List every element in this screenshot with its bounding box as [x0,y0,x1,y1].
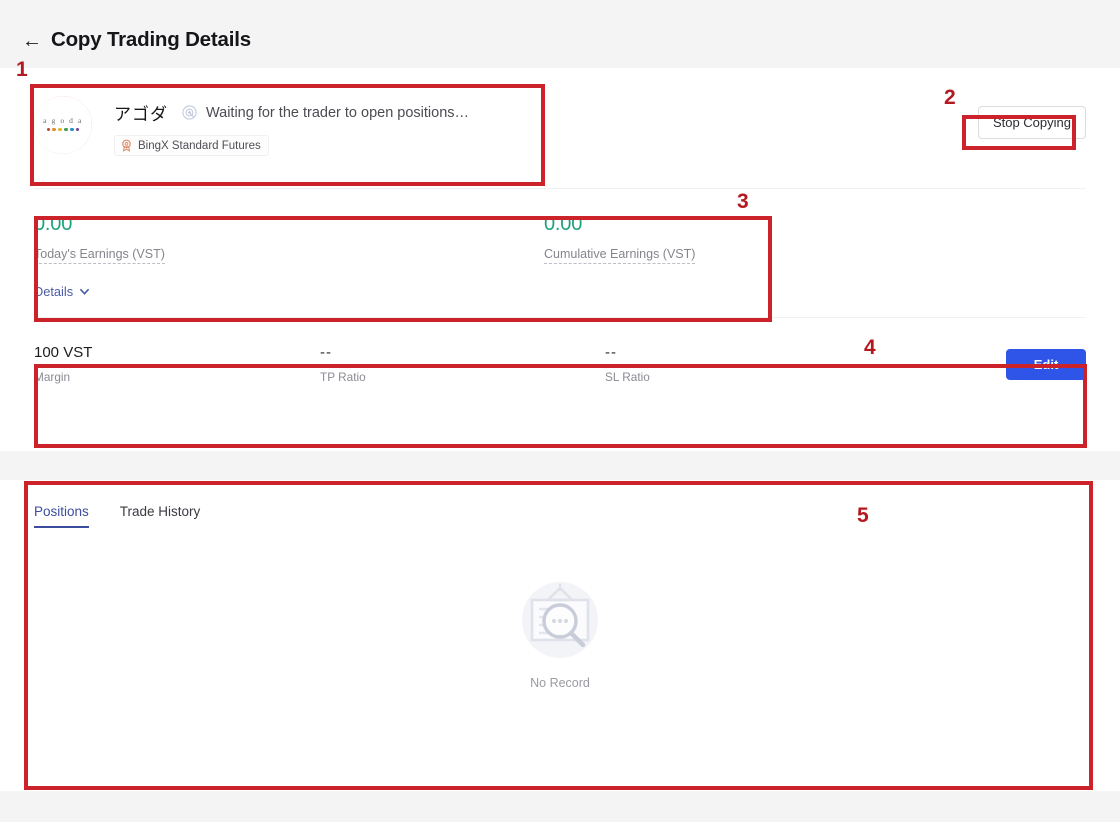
earnings-today: 0.00 Today's Earnings (VST) [34,213,544,264]
arrow-left-icon[interactable]: ← [22,31,42,51]
copy-trading-summary-card: a g o d a アゴダ Waiting for the trader to … [0,68,1120,451]
trader-name[interactable]: アゴダ [114,100,168,125]
positions-panel: Positions Trade History No Record [0,480,1120,791]
no-record-magnifier-icon [522,582,598,658]
earnings-cumulative-value: 0.00 [544,213,583,235]
status-badge-label: BingX Standard Futures [138,139,261,152]
setting-sl-ratio: -- SL Ratio [605,344,890,384]
trader-info: アゴダ Waiting for the trader to open posit… [114,96,469,157]
setting-sl-ratio-value: -- [605,344,617,361]
details-toggle[interactable]: Details [34,284,90,299]
trader-row: a g o d a アゴダ Waiting for the trader to … [0,68,1120,188]
trader-status: Waiting for the trader to open positions… [182,105,469,121]
setting-tp-ratio-value: -- [320,344,332,361]
stop-copying-button[interactable]: Stop Copying [977,106,1086,139]
empty-state: No Record [0,572,1120,690]
copy-settings-row: 100 VST Margin -- TP Ratio -- SL Ratio E… [0,318,1120,423]
setting-margin: 100 VST Margin [34,344,320,384]
status-badge: BingX Standard Futures [114,135,269,156]
setting-margin-value: 100 VST [34,344,93,361]
details-toggle-label: Details [34,284,74,299]
avatar-rainbow-ring [34,96,92,154]
page-header: ← Copy Trading Details [0,0,1120,58]
empty-state-text: No Record [530,676,590,690]
medal-ribbon-icon [122,139,131,152]
radar-pulse-icon [182,105,197,120]
earnings-row: 0.00 Today's Earnings (VST) 0.00 Cumulat… [0,189,1120,317]
edit-button[interactable]: Edit [1006,349,1086,380]
setting-margin-label: Margin [34,370,71,384]
page-title: Copy Trading Details [51,28,251,51]
earnings-cumulative-label[interactable]: Cumulative Earnings (VST) [544,247,696,264]
agoda-dots [34,128,92,132]
earnings-today-label[interactable]: Today's Earnings (VST) [34,247,165,264]
setting-tp-ratio-label: TP Ratio [320,370,366,384]
chevron-down-icon [80,288,90,295]
tab-positions[interactable]: Positions [34,504,89,528]
earnings-cumulative: 0.00 Cumulative Earnings (VST) [544,213,1054,264]
earnings-today-value: 0.00 [34,213,73,235]
agoda-wordmark: a g o d a [43,116,83,125]
tab-trade-history[interactable]: Trade History [120,504,201,528]
positions-tabs: Positions Trade History [0,480,1120,528]
trader-status-text: Waiting for the trader to open positions… [206,104,470,121]
setting-sl-ratio-label: SL Ratio [605,370,650,384]
setting-tp-ratio: -- TP Ratio [320,344,605,384]
avatar[interactable]: a g o d a [34,96,92,154]
